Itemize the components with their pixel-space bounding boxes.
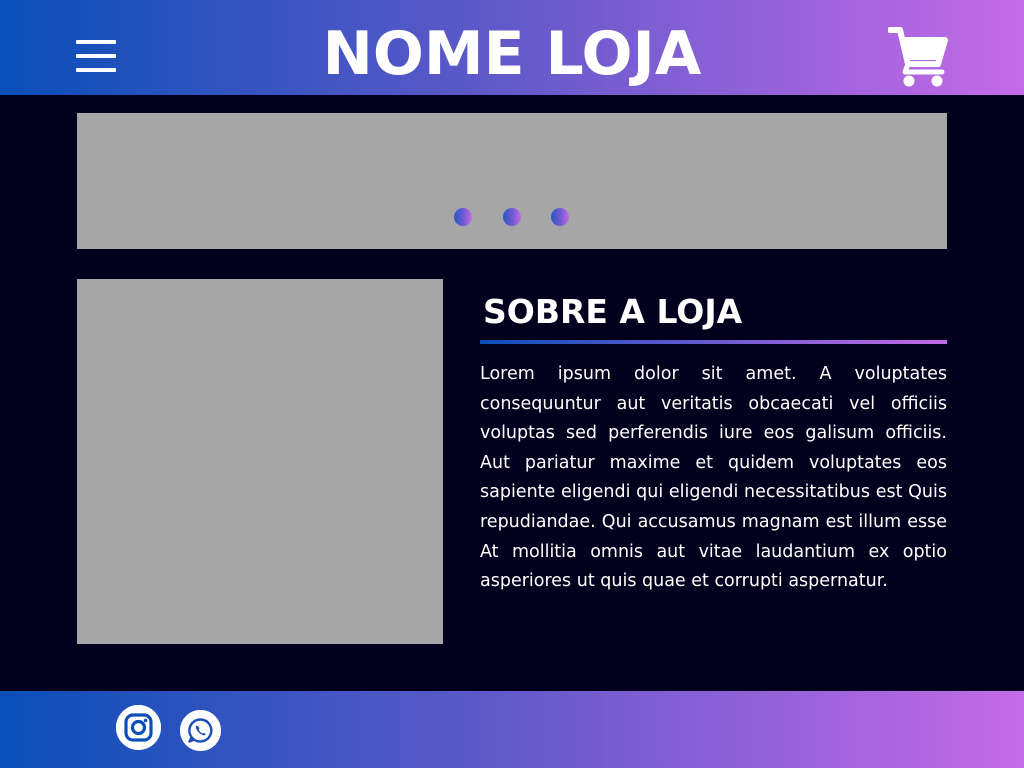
carousel-dot-2[interactable] xyxy=(503,208,521,226)
instagram-icon[interactable] xyxy=(116,705,161,750)
shopping-cart-icon[interactable] xyxy=(887,26,948,88)
carousel-dot-1[interactable] xyxy=(454,208,472,226)
whatsapp-icon[interactable] xyxy=(180,710,221,751)
about-image-placeholder xyxy=(77,279,443,644)
top-header: NOME LOJA xyxy=(0,0,1024,95)
about-description: Lorem ipsum dolor sit amet. A voluptates… xyxy=(480,364,947,592)
about-divider xyxy=(480,340,947,344)
carousel-dot-3[interactable] xyxy=(551,208,569,226)
carousel-indicators xyxy=(454,208,574,228)
about-title: SOBRE A LOJA xyxy=(483,292,743,331)
hero-banner-placeholder xyxy=(77,113,947,249)
store-title: NOME LOJA xyxy=(322,19,702,89)
